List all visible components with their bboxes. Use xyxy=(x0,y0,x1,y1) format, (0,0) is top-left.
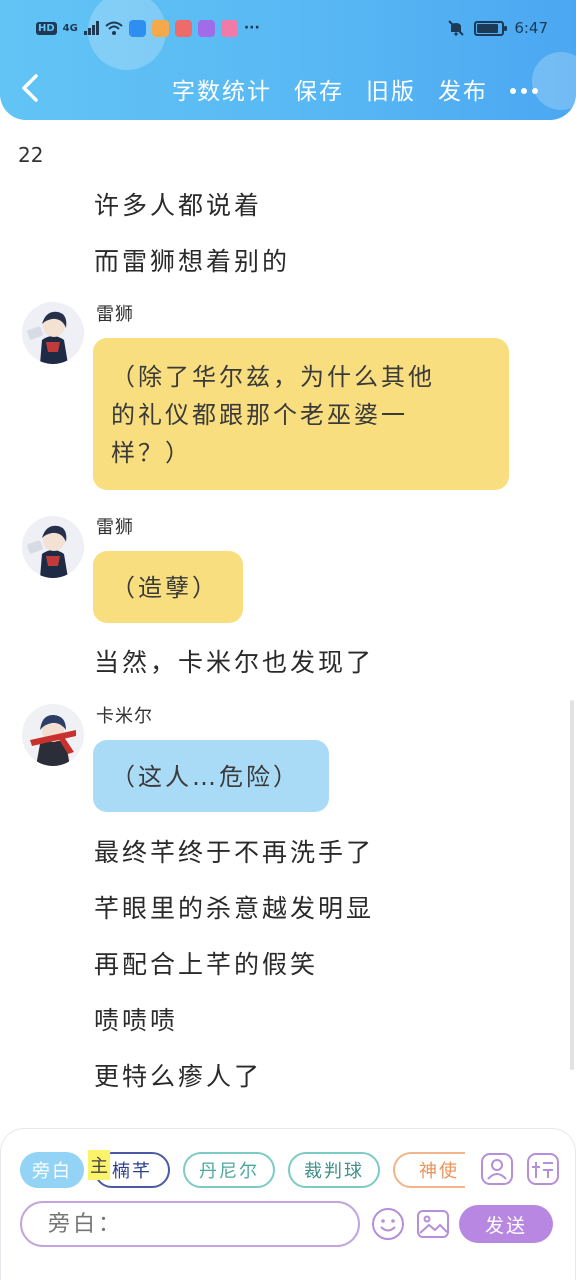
narration-line[interactable]: 芊眼里的杀意越发明显 xyxy=(94,889,374,925)
role-chip-narrator[interactable]: 旁白 xyxy=(20,1152,84,1188)
more-notifications-icon: ··· xyxy=(243,20,260,36)
music-app-icon xyxy=(197,19,215,37)
role-chip[interactable]: 丹尼尔 xyxy=(183,1152,275,1188)
narration-line[interactable]: 而雷狮想着别的 xyxy=(94,242,290,278)
narration-line[interactable]: 再配合上芊的假笑 xyxy=(94,945,318,981)
toolbar-actions: 字数统计 保存 旧版 发布 xyxy=(172,72,488,106)
top-bar: HD 4G ··· 6:47 字数统计 保存 旧版 发布 xyxy=(0,0,576,120)
cloud-app-icon xyxy=(128,19,146,37)
speaker-name: 卡米尔 xyxy=(96,706,153,727)
speaker-name: 雷狮 xyxy=(96,517,134,538)
scrollbar[interactable] xyxy=(570,700,574,1070)
avatar[interactable] xyxy=(22,704,84,766)
avatar[interactable] xyxy=(22,302,84,364)
dialogue-line: （除了华尔兹，为什么其他 xyxy=(111,363,435,391)
dialogue-line: （造孽） xyxy=(111,574,219,602)
dialogue-bubble[interactable]: （除了华尔兹，为什么其他 的礼仪都跟那个老巫婆一 样？） xyxy=(93,338,509,490)
narration-line[interactable]: 啧啧啧 xyxy=(94,1001,178,1037)
wifi-icon xyxy=(105,21,123,35)
person-card-icon[interactable] xyxy=(480,1152,514,1186)
dialogue-line: 样？） xyxy=(111,439,192,467)
more-dots-icon[interactable] xyxy=(510,88,538,94)
main-role-tag: 主 xyxy=(88,1150,110,1180)
narration-line[interactable]: 更特么瘆人了 xyxy=(94,1057,262,1093)
hd-badge: HD xyxy=(36,21,57,35)
toolbar: 字数统计 保存 旧版 发布 xyxy=(0,62,576,118)
mail-app-icon xyxy=(174,19,192,37)
network-type: 4G xyxy=(62,22,78,34)
dialogue-bubble[interactable]: （造孽） xyxy=(93,551,243,623)
word-count-button[interactable]: 字数统计 xyxy=(172,72,272,106)
old-version-button[interactable]: 旧版 xyxy=(366,72,416,106)
role-chip[interactable]: 裁判球 xyxy=(288,1152,380,1188)
save-button[interactable]: 保存 xyxy=(294,72,344,106)
chat-app-icon xyxy=(151,19,169,37)
send-button[interactable]: 发送 xyxy=(459,1205,553,1243)
bell-muted-icon xyxy=(448,20,465,36)
clock: 6:47 xyxy=(514,19,548,37)
dialogue-bubble[interactable]: （这人…危险） xyxy=(93,740,329,812)
character-avatar-icon xyxy=(22,704,84,766)
game-app-icon xyxy=(220,19,238,37)
narration-line[interactable]: 许多人都说着 xyxy=(94,186,262,222)
tag-icon[interactable] xyxy=(526,1152,560,1186)
character-avatar-icon xyxy=(22,302,84,364)
dialogue-line: （这人…危险） xyxy=(111,763,300,791)
dialogue-line: 的礼仪都跟那个老巫婆一 xyxy=(111,401,408,429)
emoji-icon[interactable] xyxy=(371,1207,405,1241)
avatar[interactable] xyxy=(22,516,84,578)
chapter-number: 22 xyxy=(18,143,44,167)
signal-icon xyxy=(83,21,99,35)
chevron-left-icon[interactable] xyxy=(14,68,48,108)
status-bar: HD 4G ··· 6:47 xyxy=(36,16,548,40)
narration-line[interactable]: 当然，卡米尔也发现了 xyxy=(94,643,374,679)
speaker-name: 雷狮 xyxy=(96,304,134,325)
message-input[interactable] xyxy=(20,1201,360,1247)
role-selector: 旁白 主 楠芊 丹尼尔 裁判球 神使 xyxy=(20,1150,465,1190)
character-avatar-icon xyxy=(22,516,84,578)
battery-icon xyxy=(474,20,508,36)
publish-button[interactable]: 发布 xyxy=(438,72,488,106)
role-chip[interactable]: 神使 xyxy=(393,1152,465,1188)
image-icon[interactable] xyxy=(416,1207,450,1241)
narration-line[interactable]: 最终芊终于不再洗手了 xyxy=(94,833,374,869)
